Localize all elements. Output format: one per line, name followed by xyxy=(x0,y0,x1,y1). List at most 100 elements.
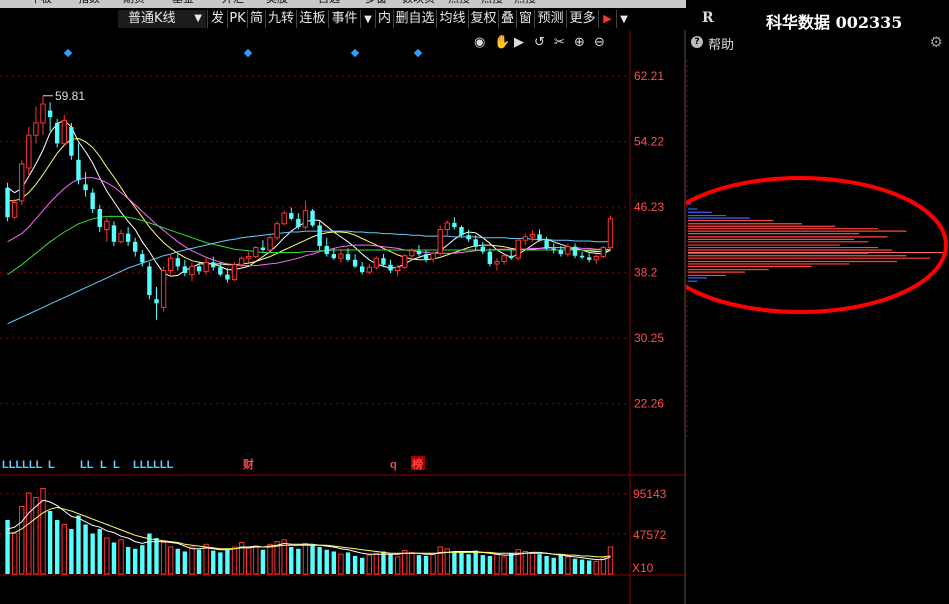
event-marker[interactable]: LLLLLL xyxy=(2,459,43,471)
volume-bar xyxy=(289,547,294,574)
flag-icon[interactable]: ▶ xyxy=(598,10,616,28)
scissors-icon[interactable]: ✂ xyxy=(554,35,565,50)
kline-type-select[interactable]: 普通K线 ▼ xyxy=(118,10,206,28)
price-tick-label: 62.21 xyxy=(634,69,664,83)
candle-body xyxy=(515,239,521,259)
candle-body xyxy=(281,212,287,225)
kline-chart[interactable]: 62.21 54.22 46.23 38.2 30.25 22.26 ◉ ✋ ▶ ↺ ✂ ⊕ ⊖ 59.8… xyxy=(0,30,686,604)
volume-bar xyxy=(225,548,230,574)
toolbar-dropdown[interactable]: ▼ xyxy=(616,10,631,28)
volume-bar xyxy=(473,550,478,574)
toolbar-btn-lianban[interactable]: 连板 xyxy=(296,10,328,28)
top-tab-7[interactable]: 多窗 xyxy=(365,0,387,7)
event-marker[interactable]: L xyxy=(48,459,55,471)
toolbar-btn-remove-watch[interactable]: 删自选 xyxy=(393,10,436,28)
volume-bar xyxy=(189,546,195,575)
volume-bar xyxy=(423,556,429,574)
top-tab-10[interactable]: 热搜 xyxy=(481,0,503,7)
candle-body xyxy=(19,163,25,202)
event-marker[interactable]: LL xyxy=(80,459,94,471)
candle-body xyxy=(289,213,294,219)
chevron-down-icon: ▼ xyxy=(620,14,628,25)
top-tab-2[interactable]: 期货 xyxy=(123,0,145,7)
event-diamond xyxy=(63,48,73,58)
candle-body xyxy=(544,240,549,249)
volume-bar xyxy=(338,553,344,575)
chevron-down-icon: ▼ xyxy=(364,14,372,25)
top-tab-8[interactable]: 数映页 xyxy=(402,0,435,7)
candle-body xyxy=(586,257,592,260)
hand-icon[interactable]: ✋ xyxy=(494,34,510,50)
toolbar-btn-adjust[interactable]: 复权 xyxy=(468,10,498,28)
candle-body xyxy=(33,122,39,136)
event-marker[interactable]: 榜 xyxy=(412,457,423,471)
toolbar-btn-overlay[interactable]: 叠 xyxy=(498,10,516,28)
candle-body xyxy=(388,264,393,271)
toolbar-btn-forecast[interactable]: 预测 xyxy=(534,10,566,28)
toolbar-btn-events[interactable]: 事件 xyxy=(328,10,360,28)
toolbar-btn-fa[interactable]: 发 xyxy=(207,10,227,28)
volume-bar xyxy=(373,552,380,575)
top-tab-11[interactable]: 热搜 xyxy=(514,0,536,7)
candle-body xyxy=(579,255,585,258)
volume-bar xyxy=(607,546,614,575)
volume-bar xyxy=(26,492,32,575)
candle-body xyxy=(218,267,223,275)
top-tab-9[interactable]: 热搜 xyxy=(448,0,470,7)
toolbar-btn-ma[interactable]: 均线 xyxy=(436,10,468,28)
volume-bar xyxy=(437,546,443,575)
volume-bar xyxy=(296,548,301,574)
top-tab-0[interactable]: 平板 xyxy=(30,0,52,7)
price-tick-label: 30.25 xyxy=(634,331,664,345)
toolbar-btn-jiuzhuan[interactable]: 九转 xyxy=(265,10,296,28)
play-icon[interactable]: ▶ xyxy=(514,35,524,50)
event-marker[interactable]: L xyxy=(113,459,120,471)
volume-tick-label: 95143 xyxy=(633,487,667,501)
candle-body xyxy=(324,245,329,255)
toolbar-btn-pk[interactable]: PK xyxy=(227,10,247,28)
volume-bar xyxy=(331,551,337,574)
candle-body xyxy=(231,264,238,281)
volume-bar xyxy=(494,553,500,575)
candle-body xyxy=(494,260,500,265)
top-tab-1[interactable]: 指数 xyxy=(78,0,100,7)
volume-bar xyxy=(466,554,471,574)
volume-bar xyxy=(125,547,131,574)
event-marker[interactable]: q xyxy=(390,459,397,471)
event-marker[interactable]: L xyxy=(100,459,107,471)
volume-bar xyxy=(480,555,485,574)
chart-toolbar: 普通K线 ▼ 发 PK 简 九转 连板 事件 ▼ 内 删自选 均线 复权 叠 窗… xyxy=(0,8,686,30)
volume-bar xyxy=(452,551,457,574)
candle-body xyxy=(437,229,443,254)
toolbar-btn-window[interactable]: 窗 xyxy=(516,10,534,28)
candle-body xyxy=(402,255,408,268)
top-tab-4[interactable]: 外汇 xyxy=(222,0,244,7)
volume-bar xyxy=(61,524,67,575)
toolbar-btn-jian[interactable]: 简 xyxy=(247,10,265,28)
candle-body xyxy=(394,266,401,272)
candle-body xyxy=(40,103,46,124)
toolbar-btn-nei[interactable]: 内 xyxy=(375,10,393,28)
events-dropdown[interactable]: ▼ xyxy=(360,10,375,28)
volume-bar xyxy=(317,547,322,574)
zoom-in-icon[interactable]: ⊕ xyxy=(574,35,585,50)
event-marker[interactable]: 财 xyxy=(242,457,254,471)
top-tab-6[interactable]: 自选 xyxy=(318,0,340,7)
volume-bar xyxy=(97,529,102,574)
toolbar-btn-more[interactable]: 更多 xyxy=(566,10,598,28)
candle-body xyxy=(480,246,485,252)
candle-body xyxy=(189,265,195,276)
zoom-out-icon[interactable]: ⊖ xyxy=(594,35,605,50)
undo-icon[interactable]: ↺ xyxy=(534,35,545,50)
candle-body xyxy=(473,239,478,247)
eye-icon[interactable]: ◉ xyxy=(474,35,485,50)
top-tab-3[interactable]: 基金 xyxy=(172,0,194,7)
candle-body xyxy=(310,210,315,226)
candle-body xyxy=(459,227,464,236)
candle-body xyxy=(253,247,259,258)
top-tab-5[interactable]: 美股 xyxy=(266,0,288,7)
event-marker[interactable]: LLLLLL xyxy=(133,459,174,471)
candle-body xyxy=(366,266,372,273)
volume-bar xyxy=(167,546,174,575)
kline-type-label: 普通K线 xyxy=(128,11,176,26)
